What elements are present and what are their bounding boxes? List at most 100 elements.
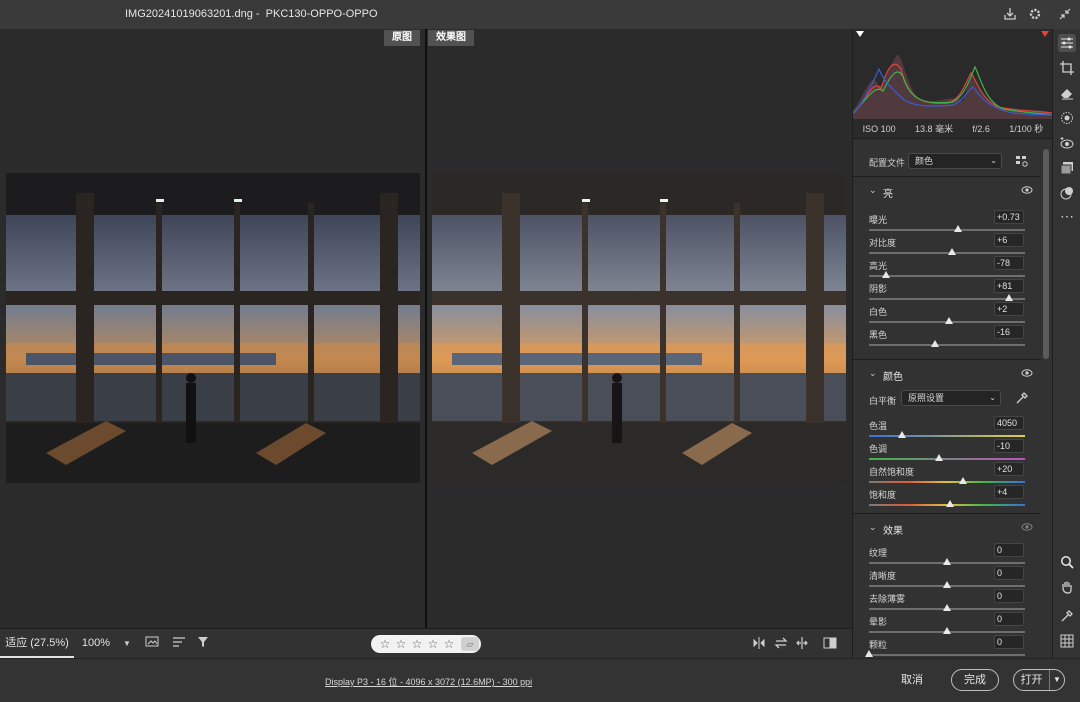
slider-label: 黑色: [869, 330, 888, 340]
profile-label: 配置文件: [869, 158, 906, 168]
profile-browser-icon[interactable]: [1015, 154, 1029, 168]
light-section: ⌄ 亮 曝光 +0.73 对比度 +6 高光 -78 阴影 +81 白色 +2 黑色 -16: [853, 176, 1041, 359]
slider-track[interactable]: [869, 435, 1025, 437]
chevron-down-icon: ⌄: [869, 522, 877, 532]
slider-value-field[interactable]: 0: [994, 589, 1024, 603]
white-balance-select[interactable]: 原照设置 ⌄: [901, 390, 1001, 406]
zoom-dropdown-icon[interactable]: ▼: [119, 636, 135, 652]
slider-track[interactable]: [869, 298, 1025, 300]
crop-icon[interactable]: [1058, 59, 1076, 77]
chevron-down-icon[interactable]: ▼: [1050, 670, 1064, 690]
hand-icon[interactable]: [1058, 578, 1076, 596]
color-sampler-icon[interactable]: [1058, 607, 1076, 625]
slider-value-field[interactable]: 0: [994, 566, 1024, 580]
swap-icon[interactable]: [773, 636, 789, 652]
eraser-icon[interactable]: [1058, 84, 1076, 102]
slider-thumb[interactable]: [945, 317, 953, 324]
zoom-fit-button[interactable]: 适应 (27.5%): [0, 629, 74, 658]
slider-value-field[interactable]: -16: [994, 325, 1024, 339]
slider-value-field[interactable]: 0: [994, 543, 1024, 557]
slider-thumb[interactable]: [931, 340, 939, 347]
slider-label: 曝光: [869, 215, 888, 225]
slider-track[interactable]: [869, 654, 1025, 656]
presets-icon[interactable]: [1058, 159, 1076, 177]
image-canvas[interactable]: 原图 效果图: [0, 29, 852, 628]
star-3[interactable]: ☆: [409, 635, 425, 653]
slider-track[interactable]: [869, 344, 1025, 346]
snapshots-icon[interactable]: [1058, 184, 1076, 202]
slider-thumb[interactable]: [943, 604, 951, 611]
slider-value-field[interactable]: +20: [994, 462, 1024, 476]
slider-effects-4[interactable]: 颗粒 0: [865, 635, 1027, 658]
slider-thumb[interactable]: [954, 225, 962, 232]
more-icon[interactable]: ⋯: [1058, 207, 1076, 225]
eye-icon[interactable]: [1021, 185, 1033, 195]
workflow-options-link[interactable]: Display P3 - 16 位 - 4096 x 3072 (12.6MP)…: [325, 675, 532, 688]
slider-thumb[interactable]: [943, 627, 951, 634]
window-title: IMG20241019063201.dng - PKC130-OPPO-OPPO: [125, 8, 378, 20]
slider-thumb[interactable]: [943, 558, 951, 565]
slider-track[interactable]: [869, 252, 1025, 254]
star-4[interactable]: ☆: [425, 635, 441, 653]
slider-value-field[interactable]: 0: [994, 612, 1024, 626]
star-rating[interactable]: ☆ ☆ ☆ ☆ ☆ ▱: [371, 635, 481, 653]
profile-select[interactable]: 颜色 ⌄: [908, 153, 1002, 169]
red-eye-icon[interactable]: [1058, 134, 1076, 152]
done-button[interactable]: 完成: [951, 669, 999, 691]
slider-thumb[interactable]: [898, 431, 906, 438]
zoom-100-button[interactable]: 100%: [76, 629, 116, 658]
slider-value-field[interactable]: -10: [994, 439, 1024, 453]
slider-value-field[interactable]: +6: [994, 233, 1024, 247]
copy-settings-icon[interactable]: [794, 636, 810, 652]
eye-icon[interactable]: [1021, 522, 1033, 532]
panel-scrollbar-thumb[interactable]: [1043, 149, 1049, 359]
slider-color-3[interactable]: 饱和度 +4: [869, 485, 1027, 511]
slider-thumb[interactable]: [959, 477, 967, 484]
trash-icon[interactable]: ▱: [461, 637, 479, 651]
open-label[interactable]: 打开: [1014, 670, 1050, 690]
open-button[interactable]: 打开 ▼: [1013, 669, 1065, 691]
slider-track[interactable]: [869, 458, 1025, 460]
toggle-before-after-icon[interactable]: [822, 636, 838, 652]
star-1[interactable]: ☆: [377, 635, 393, 653]
filter-icon[interactable]: [195, 636, 211, 652]
effects-title: 效果: [883, 526, 903, 537]
slider-track[interactable]: [869, 229, 1025, 231]
slider-value-field[interactable]: +0.73: [994, 210, 1024, 224]
sort-icon[interactable]: [171, 636, 187, 652]
slider-value-field[interactable]: -78: [994, 256, 1024, 270]
slider-thumb[interactable]: [882, 271, 890, 278]
panel-scrollbar[interactable]: [1042, 149, 1050, 658]
slider-track[interactable]: [869, 275, 1025, 277]
slider-thumb[interactable]: [946, 500, 954, 507]
zoom-tool-icon[interactable]: [1058, 553, 1076, 571]
exif-info: ISO 100 13.8 毫米 f/2.6 1/100 秒: [853, 119, 1052, 139]
slider-value-field[interactable]: 4050: [994, 416, 1024, 430]
eyedropper-icon[interactable]: [1015, 391, 1029, 405]
slider-track[interactable]: [869, 481, 1025, 483]
save-icon[interactable]: [1002, 6, 1018, 22]
compare-view-icon[interactable]: [751, 636, 767, 652]
light-title: 亮: [883, 189, 893, 200]
slider-value-field[interactable]: +2: [994, 302, 1024, 316]
slider-thumb[interactable]: [935, 454, 943, 461]
star-2[interactable]: ☆: [393, 635, 409, 653]
grid-icon[interactable]: [1058, 632, 1076, 650]
gear-icon[interactable]: [1027, 6, 1043, 22]
masking-icon[interactable]: [1058, 109, 1076, 127]
cancel-button[interactable]: 取消: [895, 670, 929, 690]
slider-thumb[interactable]: [943, 581, 951, 588]
edit-sliders-icon[interactable]: [1058, 34, 1076, 52]
slider-thumb[interactable]: [948, 248, 956, 255]
slider-value-field[interactable]: +81: [994, 279, 1024, 293]
filmstrip-icon[interactable]: [144, 636, 160, 652]
slider-light-5[interactable]: 黑色 -16: [869, 325, 1027, 351]
slider-thumb[interactable]: [1005, 294, 1013, 301]
star-5[interactable]: ☆: [441, 635, 457, 653]
slider-thumb[interactable]: [865, 650, 873, 657]
eye-icon[interactable]: [1021, 368, 1033, 378]
slider-value-field[interactable]: 0: [994, 635, 1024, 649]
slider-label: 色温: [869, 421, 888, 431]
collapse-icon[interactable]: [1057, 6, 1073, 22]
slider-value-field[interactable]: +4: [994, 485, 1024, 499]
